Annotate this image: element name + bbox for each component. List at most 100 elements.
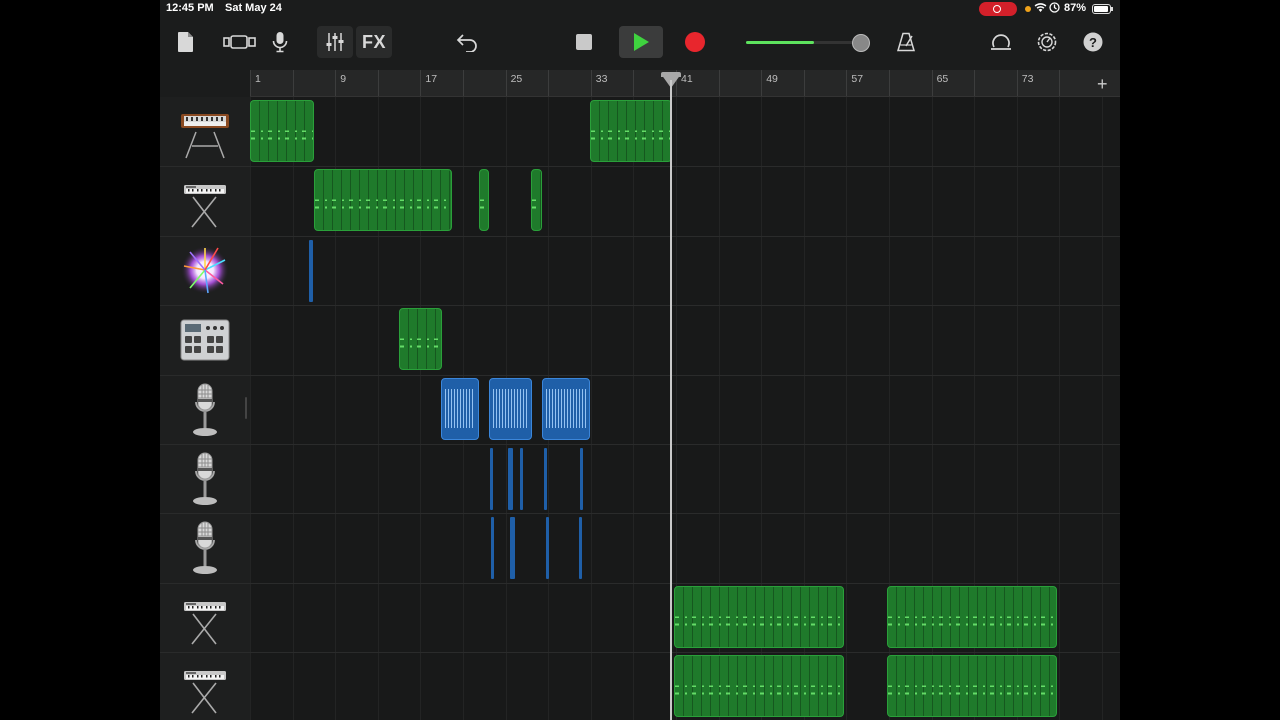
microphone-icon[interactable] bbox=[268, 26, 292, 58]
audio-region[interactable] bbox=[546, 517, 549, 580]
microphone-stand-icon[interactable] bbox=[178, 449, 232, 507]
fx-button[interactable]: FX bbox=[356, 26, 392, 58]
record-button[interactable] bbox=[673, 26, 717, 58]
audio-region[interactable] bbox=[544, 448, 547, 510]
audio-region[interactable] bbox=[508, 448, 513, 510]
midi-region[interactable] bbox=[531, 169, 542, 232]
track-separator bbox=[160, 582, 1120, 584]
tracks-view-icon[interactable] bbox=[220, 26, 260, 58]
privacy-dot-icon bbox=[1025, 6, 1031, 12]
grid-line bbox=[633, 97, 635, 720]
bar-ruler[interactable]: 1 9 17 25 33 41 49 57 65 73 bbox=[250, 70, 1120, 97]
battery-icon bbox=[1092, 4, 1113, 14]
track-separator bbox=[160, 235, 1120, 237]
midi-region[interactable] bbox=[479, 169, 489, 232]
keyboard-stand-icon[interactable] bbox=[178, 171, 232, 229]
ruler-tick bbox=[1016, 70, 1018, 96]
ruler-tick bbox=[420, 70, 422, 96]
audio-region[interactable] bbox=[309, 239, 313, 302]
control-bar: FX ? bbox=[160, 26, 1120, 60]
keyboard-stand-icon[interactable] bbox=[178, 657, 232, 715]
audio-region[interactable] bbox=[491, 517, 494, 580]
ruler-tick bbox=[761, 70, 763, 96]
midi-region[interactable] bbox=[887, 585, 1057, 648]
ruler-subtick bbox=[548, 70, 550, 96]
record-icon bbox=[685, 32, 705, 52]
keyboard-stand-icon[interactable] bbox=[178, 588, 232, 646]
playhead[interactable] bbox=[670, 80, 672, 720]
loop-icon[interactable] bbox=[987, 26, 1015, 58]
ruler-label: 17 bbox=[425, 73, 438, 85]
ruler-subtick bbox=[974, 70, 976, 96]
ruler-tick bbox=[505, 70, 507, 96]
browser-icon[interactable] bbox=[174, 26, 198, 58]
master-volume-slider[interactable] bbox=[746, 41, 856, 44]
metronome-icon[interactable] bbox=[892, 26, 920, 58]
ruler-tick bbox=[931, 70, 933, 96]
svg-text:?: ? bbox=[1089, 35, 1097, 50]
audio-region[interactable] bbox=[489, 377, 532, 440]
ruler-spacer bbox=[160, 70, 250, 96]
ruler-label: 9 bbox=[340, 73, 347, 85]
undo-icon[interactable] bbox=[453, 26, 481, 58]
track-headers bbox=[160, 97, 250, 720]
midi-region[interactable] bbox=[674, 585, 844, 648]
stop-icon bbox=[576, 34, 592, 50]
microphone-stand-icon[interactable] bbox=[178, 518, 232, 576]
ruler-subtick bbox=[292, 70, 294, 96]
ruler-tick bbox=[590, 70, 592, 96]
midi-region[interactable] bbox=[314, 169, 452, 232]
audio-region[interactable] bbox=[510, 517, 515, 580]
grid-line bbox=[846, 97, 848, 720]
play-icon bbox=[634, 33, 649, 51]
audio-region[interactable] bbox=[579, 517, 582, 580]
microphone-stand-icon[interactable] bbox=[178, 380, 232, 438]
ruler-label: 1 bbox=[255, 73, 261, 85]
grid-line bbox=[590, 97, 592, 720]
ruler-label: 57 bbox=[851, 73, 864, 85]
ruler-subtick bbox=[889, 70, 890, 96]
track-separator bbox=[160, 305, 1120, 307]
tracks-area bbox=[160, 97, 1120, 720]
ruler-tick bbox=[250, 70, 251, 96]
midi-region[interactable] bbox=[590, 100, 672, 162]
master-volume-knob[interactable] bbox=[852, 34, 870, 52]
add-section-button[interactable]: + bbox=[1097, 74, 1108, 95]
track-lanes[interactable] bbox=[250, 97, 1120, 720]
garageband-screen: 12:45 PM Sat May 24 87% FX ? 1 9 17 25 3… bbox=[160, 0, 1120, 720]
midi-region[interactable] bbox=[399, 308, 442, 371]
settings-icon[interactable] bbox=[1033, 26, 1061, 58]
audio-region[interactable] bbox=[580, 448, 583, 510]
track-separator bbox=[160, 374, 1120, 376]
audio-region[interactable] bbox=[542, 377, 590, 440]
location-lock-icon bbox=[1049, 2, 1060, 16]
ruler-subtick bbox=[633, 70, 635, 96]
midi-region[interactable] bbox=[250, 100, 314, 162]
ruler-tick bbox=[846, 70, 848, 96]
help-icon[interactable]: ? bbox=[1080, 26, 1106, 58]
mixer-icon[interactable] bbox=[317, 26, 353, 58]
grid-line bbox=[1102, 97, 1103, 720]
ruler-label: 49 bbox=[766, 73, 778, 85]
analog-synth-icon[interactable] bbox=[178, 102, 232, 160]
ruler-label: 41 bbox=[681, 73, 693, 85]
ruler-label: 25 bbox=[510, 73, 523, 85]
drum-machine-icon[interactable] bbox=[178, 310, 232, 368]
status-bar: 12:45 PM Sat May 24 87% bbox=[160, 0, 1120, 18]
midi-region[interactable] bbox=[887, 655, 1057, 718]
sparkle-sampler-icon[interactable] bbox=[178, 241, 232, 299]
status-date: Sat May 24 bbox=[225, 2, 282, 14]
play-button[interactable] bbox=[619, 26, 663, 58]
audio-region[interactable] bbox=[520, 448, 523, 510]
audio-region[interactable] bbox=[441, 377, 479, 440]
ruler-tick bbox=[335, 70, 337, 96]
stop-button[interactable] bbox=[565, 26, 603, 58]
track-header-resize-handle[interactable] bbox=[245, 397, 247, 419]
ruler-subtick bbox=[463, 70, 464, 96]
ruler-label: 73 bbox=[1021, 73, 1034, 85]
track-separator bbox=[160, 652, 1120, 654]
track-separator bbox=[160, 166, 1120, 168]
battery-percent: 87% bbox=[1064, 2, 1087, 14]
audio-region[interactable] bbox=[490, 448, 493, 510]
midi-region[interactable] bbox=[674, 655, 844, 718]
